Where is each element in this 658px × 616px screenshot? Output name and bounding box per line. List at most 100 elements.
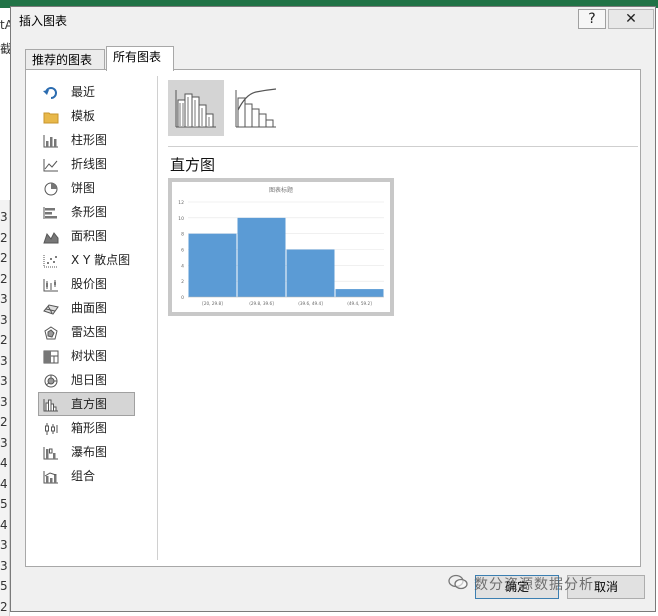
category-label: 箱形图 [71, 421, 108, 435]
histogram-preview-chart: 图表标题 0 2 4 6 8 10 12 [20, 29.8] (29.8, 39.6] (39.6… [178, 186, 384, 306]
row-number: 3 [0, 538, 8, 552]
treemap-chart-icon [43, 349, 59, 364]
histogram-subtype-icon [175, 90, 216, 128]
stock-chart-icon [43, 277, 59, 292]
category-label: 直方图 [71, 397, 108, 411]
category-label: 模板 [71, 109, 96, 123]
x-tick-label: (39.6, 49.4] [298, 301, 323, 306]
histogram-bar [188, 233, 237, 297]
row-number: 2 [0, 333, 8, 347]
category-item[interactable]: 股价图 [38, 272, 135, 296]
category-label: 最近 [71, 85, 96, 99]
row-number: 3 [0, 374, 8, 388]
row-number: 2 [0, 415, 8, 429]
category-item[interactable]: 瀑布图 [38, 440, 135, 464]
category-item[interactable]: 雷达图 [38, 320, 135, 344]
category-label: 饼图 [71, 181, 96, 195]
help-button[interactable]: ? [578, 9, 606, 29]
close-button[interactable]: ✕ [608, 9, 654, 29]
row-number: 4 [0, 517, 8, 532]
row-number: 2 [0, 271, 8, 286]
category-item[interactable]: 组合 [38, 464, 135, 488]
category-item[interactable]: 直方图 [38, 392, 135, 416]
bar-chart-icon [43, 205, 59, 219]
pie-chart-icon [43, 181, 59, 196]
histogram-bar [237, 217, 286, 297]
chart-title: 图表标题 [269, 186, 293, 194]
row-number: 4 [0, 476, 8, 491]
recent-icon [43, 85, 59, 99]
row-number: 3 [0, 435, 8, 450]
category-item[interactable]: 条形图 [38, 200, 135, 224]
category-item[interactable]: 箱形图 [38, 416, 135, 440]
radar-chart-icon [43, 325, 59, 340]
row-number: 2 [0, 599, 8, 614]
category-item[interactable]: 旭日图 [38, 368, 135, 392]
column-chart-icon [43, 133, 59, 148]
category-label: 折线图 [71, 157, 108, 171]
y-tick-label: 6 [181, 248, 184, 254]
row-number: 5 [0, 579, 8, 593]
x-tick-label: (29.8, 39.6] [249, 301, 274, 306]
area-chart-icon [43, 229, 59, 244]
tab-recommended-charts[interactable]: 推荐的图表 [25, 49, 105, 69]
category-label: 面积图 [71, 229, 108, 243]
sunburst-chart-icon [43, 373, 59, 388]
insert-chart-dialog: 插入图表 ? ✕ 推荐的图表 所有图表 最近模板柱形图折线图饼图条形图面积图 X … [10, 6, 656, 612]
row-number-column: 3 2 2 2 3 3 2 3 3 3 2 3 4 4 5 4 3 3 5 2 [0, 200, 10, 616]
y-tick-label: 2 [181, 279, 184, 285]
chart-preview[interactable]: 图表标题 0 2 4 6 8 10 12 [20, 29.8] (29.8, 39.6] (39.6… [168, 178, 394, 316]
category-item[interactable]: 饼图 [38, 176, 135, 200]
wechat-icon [448, 574, 468, 590]
pareto-subtype-button[interactable] [230, 80, 286, 136]
chart-type-title: 直方图 [170, 156, 216, 174]
dialog-titlebar[interactable]: 插入图表 ? ✕ [11, 7, 655, 33]
y-tick-label: 12 [178, 200, 184, 206]
folder-icon [43, 109, 59, 124]
row-number: 3 [0, 353, 8, 368]
row-number: 3 [0, 558, 8, 573]
category-item[interactable]: 模板 [38, 104, 135, 128]
category-label: 组合 [71, 469, 96, 483]
pareto-subtype-icon [235, 88, 277, 128]
y-tick-label: 0 [181, 295, 184, 301]
category-item[interactable]: X Y 散点图 [38, 248, 135, 272]
chart-category-list: 最近模板柱形图折线图饼图条形图面积图 X Y 散点图 股价图曲面图雷达图树状图旭日图… [38, 80, 148, 488]
panel-divider [157, 76, 158, 560]
row-number: 3 [0, 312, 8, 327]
all-charts-panel: 最近模板柱形图折线图饼图条形图面积图 X Y 散点图 股价图曲面图雷达图树状图旭日图… [25, 69, 641, 567]
row-number: 3 [0, 210, 8, 224]
tab-all-charts[interactable]: 所有图表 [106, 46, 174, 71]
row-number: 5 [0, 497, 8, 511]
category-label: 股价图 [71, 277, 108, 291]
row-number: 3 [0, 292, 8, 306]
category-item[interactable]: 树状图 [38, 344, 135, 368]
row-number: 3 [0, 394, 8, 409]
category-item[interactable]: 柱形图 [38, 128, 135, 152]
category-label: 柱形图 [71, 133, 108, 147]
category-item[interactable]: 最近 [38, 80, 135, 104]
histogram-subtype-button[interactable] [168, 80, 224, 136]
surface-chart-icon [43, 301, 59, 315]
category-label: 曲面图 [71, 301, 108, 315]
waterfall-chart-icon [43, 445, 59, 460]
category-item[interactable]: 面积图 [38, 224, 135, 248]
category-label: 条形图 [71, 205, 108, 219]
x-tick-label: [20, 29.8] [202, 301, 223, 306]
row-number: 2 [0, 230, 8, 245]
line-chart-icon [43, 157, 59, 172]
histogram-bar [286, 249, 335, 297]
histogram-chart-icon [43, 397, 59, 412]
category-item[interactable]: 折线图 [38, 152, 135, 176]
histogram-bar [335, 289, 384, 297]
watermark-text: 数分资源数据分析 [474, 577, 594, 593]
category-label: 树状图 [71, 349, 108, 363]
x-tick-label: (49.4, 59.2] [347, 301, 372, 306]
boxplot-chart-icon [43, 421, 59, 435]
category-label: 雷达图 [71, 325, 108, 339]
category-item[interactable]: 曲面图 [38, 296, 135, 320]
row-number: 4 [0, 456, 8, 470]
y-tick-label: 8 [181, 232, 184, 238]
category-label: X Y 散点图 [71, 253, 131, 267]
combo-chart-icon [43, 469, 59, 484]
